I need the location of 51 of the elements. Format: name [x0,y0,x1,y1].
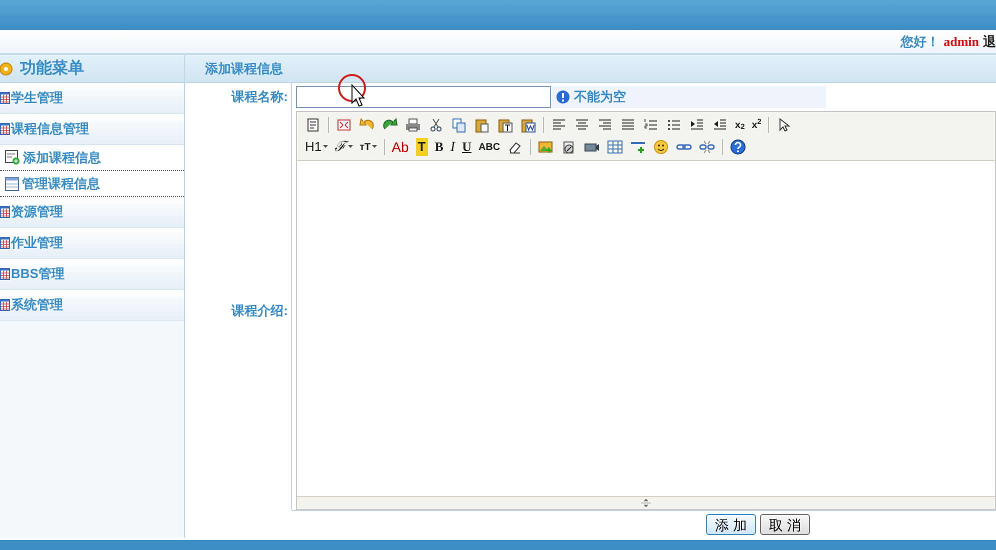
menu-item[interactable]: 管理课程信息 [0,171,184,197]
toolbar-button[interactable]: ABC [478,138,500,156]
menu-title: 功能菜单 [20,58,84,78]
calendar-icon [0,206,10,218]
form-add-icon [5,150,20,165]
broken-link-icon[interactable] [699,139,716,155]
toolbar-button[interactable]: B [434,138,444,156]
form-button[interactable]: 添 加 [706,514,756,535]
horizontal-rule-icon[interactable] [630,139,646,155]
table-icon [5,176,19,190]
table-icon[interactable] [607,139,624,155]
calendar-icon [0,268,10,280]
field-label: 课程名称: [185,83,292,111]
toolbar-button[interactable]: ℱ [334,138,353,156]
panel-header: 添加课程信息 [185,55,996,83]
field-label: 课程介绍: [185,111,292,510]
source-icon[interactable] [305,117,321,133]
calendar-icon [0,237,10,249]
paste-icon[interactable] [474,117,490,133]
rich-text-editor[interactable]: x$_{2}$ x$^{2}$ H1 ℱ тT Ab T B I U ABC [296,111,996,510]
help-icon[interactable] [730,139,746,155]
info-icon [556,90,570,104]
menu-item[interactable]: 添加课程信息 [0,145,184,171]
validation-hint: 不能为空 [551,86,826,108]
calendar-icon [0,92,10,104]
toolbar-button[interactable]: T [416,138,428,156]
toolbar-button[interactable]: H1 [305,138,328,156]
fullscreen-icon[interactable] [336,117,352,133]
username: admin [944,32,979,51]
form-button[interactable]: 取 消 [760,514,810,535]
toolbar-button[interactable]: x$_{2}$ [735,116,745,134]
mouse-cursor-icon [337,73,369,109]
bullet-list-icon[interactable] [666,117,682,133]
calendar-icon [0,299,10,311]
print-icon[interactable] [405,117,421,133]
paste-word-icon[interactable] [520,117,536,133]
paste-text-icon[interactable] [497,117,513,133]
image-icon[interactable] [538,139,554,155]
scissors-icon[interactable] [428,117,444,133]
calendar-icon [0,123,10,135]
copy-icon[interactable] [451,117,467,133]
toolbar-button[interactable]: x$^{2}$ [752,116,762,134]
smiley-icon[interactable] [653,139,670,155]
logout-link[interactable]: 退 [983,32,996,52]
greeting-text: 您好！ [900,32,940,51]
toolbar-button[interactable]: U [462,138,472,156]
toolbar-button[interactable]: Ab [392,138,409,156]
course-name-field[interactable] [296,86,551,108]
resize-handle-icon[interactable] [640,499,652,507]
toolbar-button[interactable]: I [450,138,456,156]
toolbar-button[interactable]: тT [360,138,377,156]
